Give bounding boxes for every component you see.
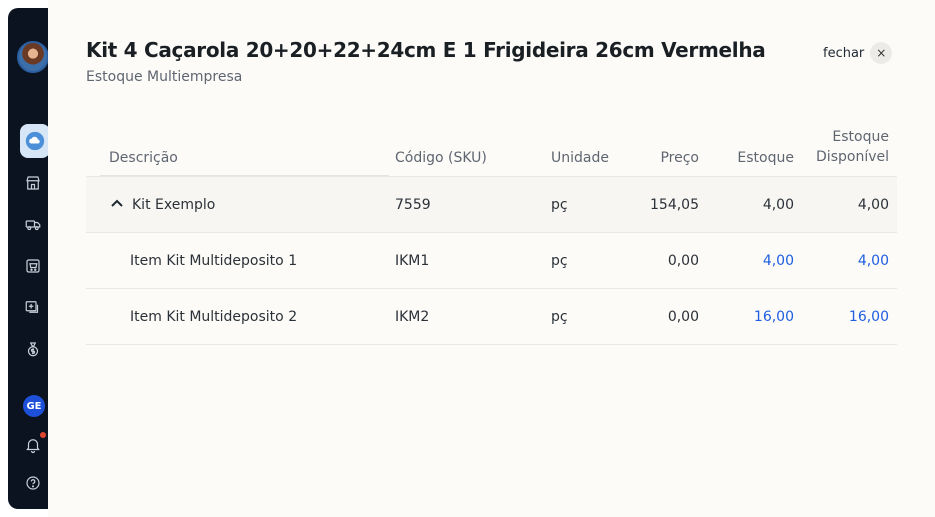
user-avatar[interactable] (17, 41, 49, 73)
cell-preco: 0,00 (667, 309, 699, 325)
bell-icon (26, 439, 40, 454)
delivery-truck-icon (25, 220, 41, 231)
sidebar-item-help[interactable] (22, 472, 44, 494)
cell-estoque: 4,00 (762, 197, 794, 213)
col-header-codigo: Código (SKU) (395, 150, 487, 166)
money-bag-icon (27, 342, 39, 357)
stock-panel: Kit 4 Caçarola 20+20+22+24cm E 1 Frigide… (48, 0, 935, 517)
sidebar-item-cloud[interactable] (20, 124, 50, 158)
col-header-disponivel: Estoque Disponível (816, 127, 889, 167)
cell-disponivel: 4,00 (857, 197, 889, 213)
stock-table: Descrição Código (SKU) Unidade Preço Est… (86, 120, 897, 345)
sidebar-item-delivery[interactable] (22, 213, 44, 235)
company-badge[interactable]: GE (23, 395, 45, 417)
cloud-icon (25, 131, 45, 151)
sidebar-item-store[interactable] (22, 172, 44, 194)
col-header-disponivel-line2: Disponível (816, 149, 889, 165)
close-icon[interactable]: × (870, 42, 893, 64)
table-row: Item Kit Multideposito 2 IKM2 pç 0,00 16… (86, 289, 897, 345)
sidebar-item-cart[interactable] (22, 255, 44, 277)
cell-preco: 0,00 (667, 253, 699, 269)
sidebar-item-finance[interactable] (22, 338, 44, 360)
cell-codigo: IKM2 (395, 309, 430, 325)
col-header-disponivel-line1: Estoque (832, 129, 889, 145)
notification-dot (40, 432, 46, 438)
cell-codigo: IKM1 (395, 253, 430, 269)
cell-estoque-link[interactable]: 16,00 (754, 307, 794, 327)
cart-icon (26, 259, 40, 273)
col-header-unidade: Unidade (551, 150, 609, 166)
col-header-descricao: Descrição (109, 150, 178, 166)
cell-disponivel-link[interactable]: 4,00 (858, 251, 889, 271)
page-subtitle: Estoque Multiempresa (86, 69, 243, 85)
col-header-estoque: Estoque (737, 150, 794, 166)
cell-descricao: Item Kit Multideposito 2 (130, 309, 298, 325)
cell-unidade: pç (551, 197, 568, 213)
close-control[interactable]: fechar × (823, 42, 893, 64)
page-title: Kit 4 Caçarola 20+20+22+24cm E 1 Frigide… (86, 38, 766, 62)
help-icon (26, 476, 40, 490)
chevron-up-icon[interactable] (110, 196, 124, 210)
close-label[interactable]: fechar (823, 46, 864, 61)
cell-unidade: pç (551, 309, 568, 325)
store-icon (26, 176, 40, 190)
cell-descricao: Item Kit Multideposito 1 (130, 253, 298, 269)
cell-unidade: pç (551, 253, 568, 269)
sidebar: GE (8, 8, 50, 509)
table-row-kit[interactable]: Kit Exemplo 7559 pç 154,05 4,00 4,00 (86, 176, 897, 233)
table-row: Item Kit Multideposito 1 IKM1 pç 0,00 4,… (86, 233, 897, 289)
add-product-icon (25, 301, 39, 313)
sidebar-item-add-product[interactable] (22, 296, 44, 318)
cell-codigo: 7559 (395, 197, 431, 213)
cell-descricao: Kit Exemplo (132, 197, 216, 213)
table-header: Descrição Código (SKU) Unidade Preço Est… (86, 120, 897, 176)
cell-preco: 154,05 (650, 197, 699, 213)
col-header-preco: Preço (660, 150, 699, 166)
cell-estoque-link[interactable]: 4,00 (763, 251, 794, 271)
cell-disponivel-link[interactable]: 16,00 (849, 307, 889, 327)
